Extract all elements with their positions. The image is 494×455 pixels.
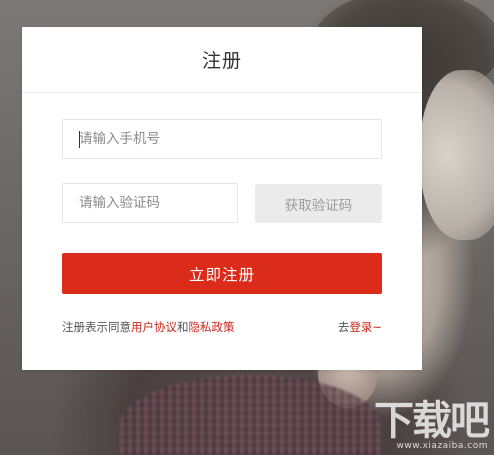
get-code-button[interactable]: 获取验证码 [255,184,382,223]
code-field[interactable] [62,183,238,223]
agreement-text: 注册表示同意用户协议和隐私政策 [62,319,235,335]
user-agreement-link[interactable]: 用户协议 [131,320,177,334]
phone-field[interactable] [62,119,382,159]
text-cursor [79,131,80,148]
watermark-text: 下载吧 [374,398,490,444]
background-face [420,70,494,240]
privacy-policy-link[interactable]: 隐私政策 [189,320,235,334]
agreement-prefix: 注册表示同意 [62,320,131,334]
code-input[interactable] [63,184,237,222]
watermark-logo: 下载吧 www.xiazaiba.com [374,398,490,451]
login-prompt: 去登录~ [338,319,382,335]
register-dialog: 注册 获取验证码 立即注册 注册表示同意用户协议和隐私政策 去登录~ [22,27,422,370]
login-link[interactable]: 登录~ [349,320,382,334]
dialog-header: 注册 [22,27,422,93]
register-button[interactable]: 立即注册 [62,253,382,294]
dialog-title: 注册 [201,50,242,72]
login-prefix: 去 [337,320,350,334]
agreement-and: 和 [177,320,189,334]
phone-input[interactable] [63,120,381,158]
